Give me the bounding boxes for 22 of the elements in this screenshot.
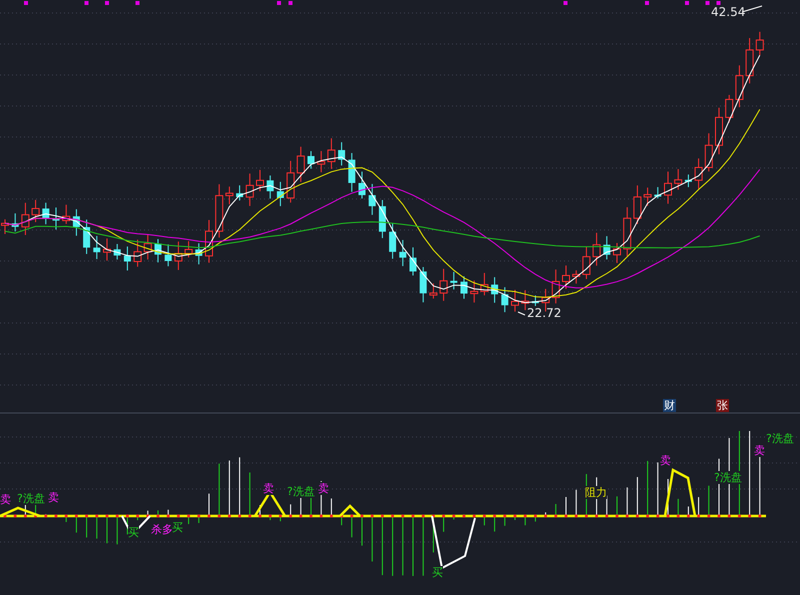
signal-line (339, 504, 361, 517)
signal-label: ?洗盘 (766, 432, 794, 445)
signal-label: 买 (172, 521, 183, 534)
signal-label: 买 (128, 526, 139, 539)
signal-label: ?洗盘 (714, 471, 742, 484)
signal-line (664, 468, 696, 516)
signal-label: ?洗盘 (17, 492, 45, 505)
low-price-label: 22.72 (527, 306, 562, 320)
signal-label: 卖 (754, 444, 765, 457)
signal-label: ?洗盘 (287, 485, 315, 498)
high-price-label: 42.54 (711, 5, 746, 19)
signal-label: 卖 (263, 482, 274, 495)
signal-label: 卖 (660, 454, 671, 467)
signal-label: 卖 (318, 482, 329, 495)
signal-line (0, 506, 40, 518)
signal-label: 杀多 (151, 523, 173, 536)
signal-label: 买 (432, 566, 443, 579)
indicator-badge: 财 (663, 399, 676, 412)
signal-label: 卖 (0, 493, 11, 506)
signal-label: 阻力 (585, 486, 607, 499)
signal-label: 卖 (48, 491, 59, 504)
indicator-badge: 张 (716, 399, 729, 412)
